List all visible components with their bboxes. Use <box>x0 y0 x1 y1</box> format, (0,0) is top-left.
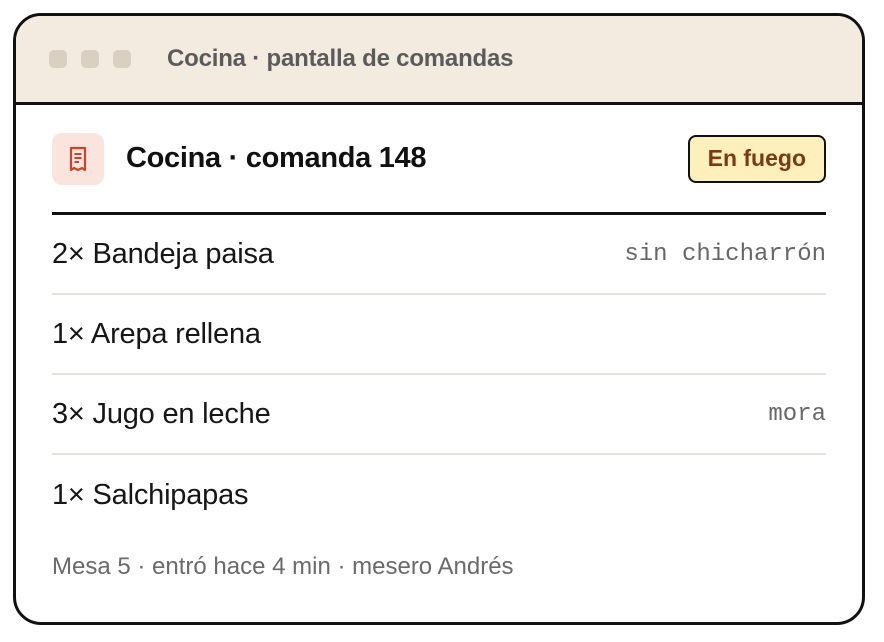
maximize-window-button[interactable] <box>113 50 131 68</box>
list-item[interactable]: 1× Arepa rellena <box>52 295 826 375</box>
receipt-icon <box>52 132 104 185</box>
ticket-title: Cocina · comanda 148 <box>126 142 427 174</box>
ticket-header: Cocina · comanda 148 En fuego <box>52 105 826 215</box>
item-note: sin chicharrón <box>624 240 826 268</box>
item-name: 3× Jugo en leche <box>52 397 271 430</box>
title-bar: Cocina · pantalla de comandas <box>16 16 862 105</box>
ticket-footer-meta: Mesa 5 · entró hace 4 min · mesero André… <box>52 553 514 580</box>
ticket-card: Cocina · comanda 148 En fuego 2× Bandeja… <box>16 105 862 581</box>
status-badge[interactable]: En fuego <box>687 134 826 183</box>
order-items-list: 2× Bandeja paisa sin chicharrón 1× Arepa… <box>52 215 826 535</box>
close-window-button[interactable] <box>49 50 67 68</box>
minimize-window-button[interactable] <box>81 50 99 68</box>
window-controls <box>49 50 131 68</box>
receipt-icon-glyph <box>69 146 87 171</box>
item-name: 1× Arepa rellena <box>52 317 261 350</box>
list-item[interactable]: 1× Salchipapas <box>52 455 826 535</box>
item-name: 1× Salchipapas <box>52 478 249 511</box>
item-name: 2× Bandeja paisa <box>52 237 274 270</box>
window-title: Cocina · pantalla de comandas <box>167 45 514 72</box>
list-item[interactable]: 3× Jugo en leche mora <box>52 375 826 455</box>
item-note: mora <box>768 400 826 428</box>
kitchen-window: Cocina · pantalla de comandas Cocina · c… <box>13 13 865 625</box>
list-item[interactable]: 2× Bandeja paisa sin chicharrón <box>52 215 826 295</box>
